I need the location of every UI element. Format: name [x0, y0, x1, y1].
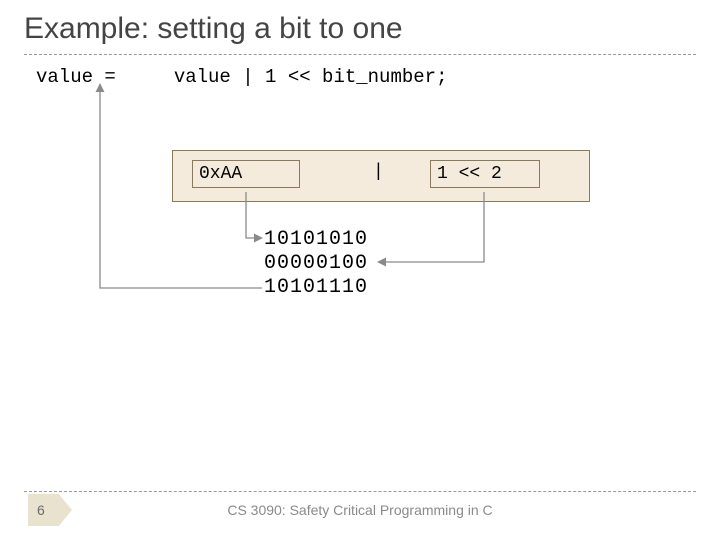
slide: Example: setting a bit to one value =val… [0, 0, 720, 540]
bitor-operator: | [373, 162, 384, 182]
operand-right-box: 1 << 2 [430, 160, 540, 188]
title-divider [24, 54, 696, 55]
code-lhs: value = [36, 66, 116, 88]
bits-row-3: 10101110 [264, 276, 368, 299]
operand-left-box: 0xAA [192, 160, 300, 188]
bits-row-1: 10101010 [264, 228, 368, 251]
code-expression: value = value | 1 << bit_number; [36, 66, 447, 88]
footer-course: CS 3090: Safety Critical Programming in … [0, 502, 720, 518]
code-rhs: value | 1 << bit_number; [174, 66, 448, 88]
slide-title: Example: setting a bit to one [24, 12, 403, 46]
footer-divider [24, 491, 696, 492]
bits-row-2: 00000100 [264, 252, 368, 275]
